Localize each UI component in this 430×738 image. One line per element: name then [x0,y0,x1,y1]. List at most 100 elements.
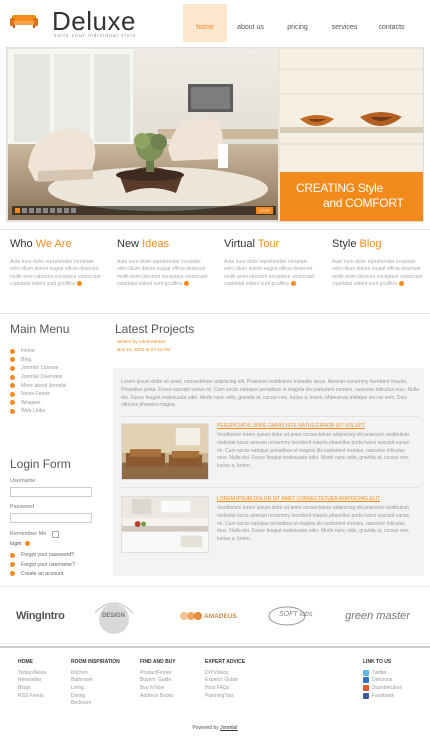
slider-stop-button[interactable]: STOP [256,207,273,214]
footer-col-home: HOME TodaysNews Newsletter Blogs RSS Fee… [18,659,46,699]
kitchen-image[interactable] [121,496,209,553]
article-author: Written by Administrator [117,339,166,344]
site-tagline: suits your individual style [54,33,137,39]
feature-body: Aute irure dolor reprehender inreptate v… [117,259,208,288]
partner-logo-amadeus[interactable]: AMADEUS [180,587,237,645]
delicious-link[interactable]: Delicious [363,677,402,685]
footer-link[interactable]: Host FAQs [205,684,245,692]
footer-link[interactable]: DIYVideos [205,669,245,677]
menu-item-wrapper[interactable]: Wrapper [10,399,110,408]
footer-link[interactable]: Buy It Now [140,684,176,692]
stumbleupon-link[interactable]: StumbleUpon [363,684,402,692]
create-account-link[interactable]: Create an account [10,569,110,578]
partner-logo-soft-labs[interactable]: SOFT labs [267,587,329,645]
site-header: Deluxe suits your individual style home … [0,0,430,42]
footer-heading: EXPERT ADVICE [205,659,246,665]
menu-item-news-feeds[interactable]: News Feeds [10,390,110,399]
footer-link-label: Facebook [372,692,394,699]
footer-link[interactable]: Dining [71,692,120,700]
menu-item-license[interactable]: Joomla! License [10,364,110,373]
slide-dot-1[interactable] [15,208,20,213]
feature-title[interactable]: Who We Are [10,238,102,250]
main-nav: home about us pricing services contacts [183,4,415,42]
footer-link[interactable]: RSS Feeds [18,692,46,700]
nav-contacts[interactable]: contacts [368,4,415,42]
read-more-icon[interactable] [183,281,189,287]
feature-title-part: Virtual [224,238,258,250]
slide-dot-5[interactable] [43,208,48,213]
menu-item-label: Home [21,348,35,355]
facebook-link[interactable]: Facebook [363,692,402,700]
footer-link[interactable]: Bathroom [71,677,120,685]
feature-title[interactable]: New Ideas [117,238,209,250]
account-links: Forgot your password? Forgot your userna… [10,551,110,579]
footer-link[interactable]: Newsletter [18,677,46,685]
feature-title-part: Who [10,238,36,250]
nav-services[interactable]: services [321,4,368,42]
menu-item-blog[interactable]: Blog [10,356,110,365]
slide-dot-2[interactable] [22,208,27,213]
partner-logo-green-master[interactable]: green master [340,587,415,645]
remember-me-checkbox[interactable] [52,530,60,538]
hero-slider: CREATING Style and COMFORT STOP [6,47,424,222]
footer-link[interactable]: Address Books [140,692,176,700]
feature-body: Aute irure dolor reprehender inreptate v… [224,259,315,288]
hero-promo-banner[interactable]: CREATING Style and COMFORT [280,172,423,221]
joomla-link[interactable]: Joomla! [220,725,238,731]
bullet-icon [10,408,15,414]
footer-link[interactable]: ProductFinder [140,669,176,677]
footer-link[interactable]: Blogs [18,684,46,692]
footer-link[interactable]: PlanningTips [205,692,245,700]
username-field[interactable] [10,486,92,497]
nav-pricing[interactable]: pricing [274,4,321,42]
promo-subheadline: and COMFORT [323,196,404,210]
forgot-password-link[interactable]: Forgot your password? [10,551,110,560]
partner-name: WingIntro [16,610,65,622]
partner-logo-design[interactable]: DESIGN [85,587,143,645]
read-more-icon[interactable] [290,281,296,287]
twitter-link[interactable]: Twitter [363,669,402,677]
slide-dot-4[interactable] [36,208,41,213]
partner-name: AMADEUS [204,612,237,620]
feature-body: Aute irure dolor reprehender inreptate v… [332,259,423,288]
read-more-icon[interactable] [76,281,82,287]
footer-link[interactable]: Living [71,684,120,692]
slide-dot-3[interactable] [29,208,34,213]
feature-title-highlight: Ideas [142,238,169,250]
article-title-link[interactable]: PERSPICIATIS UNDE OMNIS ISTE NATUS ERROR… [217,423,365,429]
link-label: Forgot your password? [21,552,75,559]
slide-dot-9[interactable] [71,208,76,213]
footer-link[interactable]: Kitchen [71,669,120,677]
read-more-icon[interactable] [398,281,404,287]
footer-link[interactable]: TodaysNews [18,669,46,677]
slide-dot-7[interactable] [57,208,62,213]
feature-title[interactable]: Virtual Tour [224,238,316,250]
menu-item-label: Blog [21,356,32,363]
menu-item-more-about[interactable]: More about Joomla! [10,381,110,390]
nav-home[interactable]: home [183,4,227,42]
slide-dot-6[interactable] [50,208,55,213]
article-title-link[interactable]: LOREM IPSUM DOLOR SIT AMET CONSECTETUER … [217,496,380,502]
menu-item-home[interactable]: Home [10,347,110,356]
footer-link[interactable]: Experts' Guide [205,677,245,685]
partner-logo-wingintro[interactable]: WingIntro [16,587,65,645]
link-label: Create an account [21,570,64,577]
menu-item-overview[interactable]: Joomla! Overview [10,373,110,382]
slide-dot-8[interactable] [64,208,69,213]
footer-link-label: StumbleUpon [372,684,403,691]
login-button[interactable]: login [10,541,110,547]
feature-title[interactable]: Style Blog [332,238,424,250]
sofa-room-image[interactable] [121,423,209,480]
decor-shelf-image [280,49,423,172]
bullet-icon [10,374,15,380]
menu-item-web-links[interactable]: Web Links [10,407,110,416]
feature-title-part: New [117,238,143,250]
password-field[interactable] [10,512,92,523]
footer-link[interactable]: Bedroom [71,699,120,707]
footer-link[interactable]: Buyers' Guide [140,677,176,685]
footer-col-find-and-buy: FIND AND BUY ProductFinder Buyers' Guide… [140,659,176,699]
feature-style-blog: Style Blog Aute irure dolor reprehender … [332,238,424,289]
nav-about-us[interactable]: about us [227,4,274,42]
forgot-username-link[interactable]: Forgot your username? [10,560,110,569]
promo-headline: CREATING Style [296,181,383,195]
